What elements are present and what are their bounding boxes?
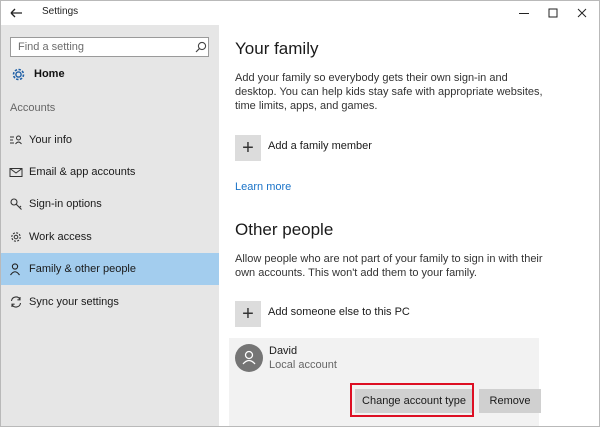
plus-icon: + <box>235 301 261 327</box>
key-icon <box>10 198 22 210</box>
family-description: Add your family so everybody gets their … <box>235 72 543 112</box>
learn-more-link[interactable]: Learn more <box>235 181 291 193</box>
sidebar-item-family[interactable]: Family & other people <box>1 253 219 285</box>
sidebar-item-label: Sign-in options <box>29 198 102 210</box>
add-someone-button[interactable]: + Add someone else to this PC <box>235 301 535 329</box>
sidebar-item-label: Work access <box>29 231 92 243</box>
maximize-button[interactable] <box>538 3 568 23</box>
person-icon <box>10 263 20 276</box>
user-icon <box>242 350 256 365</box>
section-label-accounts: Accounts <box>10 102 56 114</box>
home-link[interactable]: Home <box>1 63 219 87</box>
title-bar: Settings <box>1 1 599 25</box>
family-heading: Your family <box>235 39 319 58</box>
close-icon <box>577 8 587 18</box>
sidebar-item-sign-in[interactable]: Sign-in options <box>1 188 219 220</box>
maximize-icon <box>548 8 558 18</box>
sync-icon <box>10 296 22 308</box>
sidebar-item-sync[interactable]: Sync your settings <box>1 286 219 318</box>
account-type: Local account <box>269 359 337 371</box>
home-label: Home <box>34 68 65 80</box>
mail-icon <box>9 168 23 177</box>
close-button[interactable] <box>567 3 597 23</box>
app-title: Settings <box>42 6 79 17</box>
add-family-member-label: Add a family member <box>268 140 372 152</box>
sidebar-item-label: Sync your settings <box>29 296 119 308</box>
search-box[interactable] <box>10 37 209 57</box>
plus-icon: + <box>235 135 261 161</box>
person-card-icon <box>10 135 22 145</box>
add-someone-label: Add someone else to this PC <box>268 306 410 318</box>
sidebar-item-work-access[interactable]: Work access <box>1 221 219 253</box>
sidebar-item-email[interactable]: Email & app accounts <box>1 156 219 188</box>
main-content: Your family Add your family so everybody… <box>219 25 599 426</box>
settings-window: Settings Home Accounts <box>0 0 600 427</box>
back-arrow-icon <box>10 8 22 18</box>
sidebar: Home Accounts Your info Email & app acco… <box>1 25 219 426</box>
search-icon[interactable] <box>195 41 207 53</box>
minimize-icon <box>519 13 529 14</box>
other-people-heading: Other people <box>235 220 334 239</box>
sidebar-item-your-info[interactable]: Your info <box>1 124 219 156</box>
back-button[interactable] <box>7 4 27 22</box>
briefcase-icon <box>11 232 21 242</box>
sidebar-item-label: Email & app accounts <box>29 166 136 178</box>
account-name: David <box>269 345 298 357</box>
remove-button[interactable]: Remove <box>479 389 541 413</box>
other-people-description: Allow people who are not part of your fa… <box>235 253 543 279</box>
change-account-type-button[interactable]: Change account type <box>355 389 473 413</box>
add-family-member-button[interactable]: + Add a family member <box>235 135 535 163</box>
gear-icon <box>12 68 25 81</box>
search-input[interactable] <box>11 38 187 56</box>
sidebar-item-label: Family & other people <box>29 263 136 275</box>
sidebar-item-label: Your info <box>29 134 73 146</box>
minimize-button[interactable] <box>509 3 539 23</box>
avatar <box>235 344 263 372</box>
account-card[interactable]: David Local account Change account type … <box>229 338 541 426</box>
